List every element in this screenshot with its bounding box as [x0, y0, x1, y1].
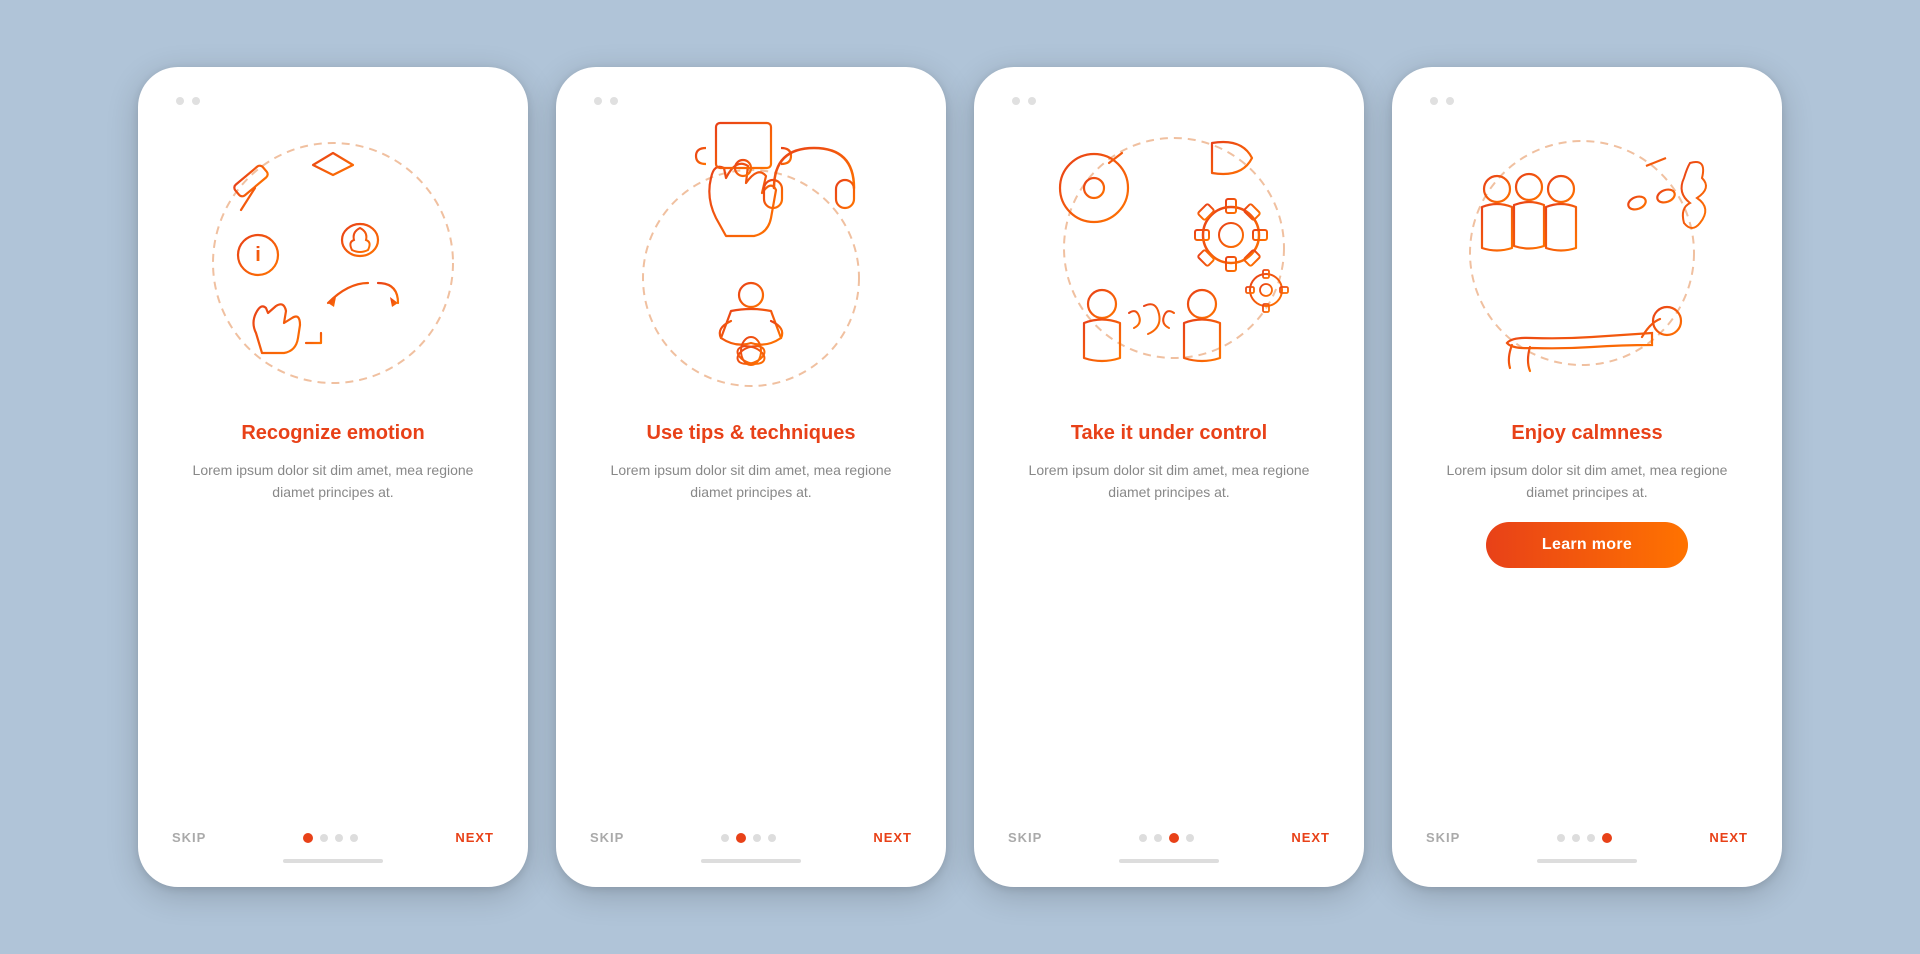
- illustration-1: i: [193, 123, 473, 403]
- screen-4-next[interactable]: NEXT: [1709, 830, 1748, 845]
- illustration-2: [611, 123, 891, 403]
- screen-1-bottom-nav: SKIP NEXT: [166, 830, 500, 845]
- top-dots-3: [1002, 97, 1036, 105]
- phone-frame-1: i: [138, 67, 528, 887]
- nav-dot: [1572, 834, 1580, 842]
- svg-text:i: i: [255, 244, 261, 266]
- screen-3-dots: [1139, 833, 1194, 843]
- top-dot: [1430, 97, 1438, 105]
- screen-2-body: Lorem ipsum dolor sit dim amet, mea regi…: [584, 459, 918, 504]
- nav-dot: [1587, 834, 1595, 842]
- screen-1-bottom-bar: [283, 859, 383, 863]
- screen-2-bottom-bar: [701, 859, 801, 863]
- screen-3-title: Take it under control: [1071, 421, 1267, 445]
- top-dots-2: [584, 97, 618, 105]
- nav-dot: [753, 834, 761, 842]
- screen-4-dots: [1557, 833, 1612, 843]
- top-dot: [1028, 97, 1036, 105]
- screen-4-bottom-bar: [1537, 859, 1637, 863]
- nav-dot: [335, 834, 343, 842]
- screen-2-dots: [721, 833, 776, 843]
- nav-dot: [1186, 834, 1194, 842]
- nav-dot-active: [1602, 833, 1612, 843]
- nav-dot: [350, 834, 358, 842]
- screen-1-next[interactable]: NEXT: [455, 830, 494, 845]
- nav-dot: [1154, 834, 1162, 842]
- illustration-4: [1447, 123, 1727, 403]
- screen-1-dots: [303, 833, 358, 843]
- nav-dot-active: [303, 833, 313, 843]
- nav-dot-active: [1169, 833, 1179, 843]
- screen-4-title: Enjoy calmness: [1511, 421, 1662, 445]
- top-dots-1: [166, 97, 200, 105]
- screen-3-skip[interactable]: SKIP: [1008, 830, 1042, 845]
- phone-frame-2: Use tips & techniques Lorem ipsum dolor …: [556, 67, 946, 887]
- screen-4-bottom-nav: SKIP NEXT: [1420, 830, 1754, 845]
- screen-2-next[interactable]: NEXT: [873, 830, 912, 845]
- phone-frame-3: Take it under control Lorem ipsum dolor …: [974, 67, 1364, 887]
- screen-3-bottom-nav: SKIP NEXT: [1002, 830, 1336, 845]
- screen-2-bottom-nav: SKIP NEXT: [584, 830, 918, 845]
- top-dot: [1446, 97, 1454, 105]
- top-dot: [192, 97, 200, 105]
- screen-2-skip[interactable]: SKIP: [590, 830, 624, 845]
- screen-1-body: Lorem ipsum dolor sit dim amet, mea regi…: [166, 459, 500, 504]
- screen-3-next[interactable]: NEXT: [1291, 830, 1330, 845]
- screens-container: i: [98, 27, 1822, 927]
- top-dot: [594, 97, 602, 105]
- screen-4-body: Lorem ipsum dolor sit dim amet, mea regi…: [1420, 459, 1754, 504]
- nav-dot: [768, 834, 776, 842]
- top-dot: [610, 97, 618, 105]
- nav-dot-active: [736, 833, 746, 843]
- top-dot: [1012, 97, 1020, 105]
- phone-frame-4: Enjoy calmness Lorem ipsum dolor sit dim…: [1392, 67, 1782, 887]
- screen-3-bottom-bar: [1119, 859, 1219, 863]
- nav-dot: [721, 834, 729, 842]
- screen-1-title: Recognize emotion: [241, 421, 424, 445]
- top-dot: [176, 97, 184, 105]
- nav-dot: [320, 834, 328, 842]
- screen-3-body: Lorem ipsum dolor sit dim amet, mea regi…: [1002, 459, 1336, 504]
- nav-dot: [1557, 834, 1565, 842]
- screen-2-title: Use tips & techniques: [647, 421, 856, 445]
- learn-more-button[interactable]: Learn more: [1486, 522, 1688, 568]
- top-dots-4: [1420, 97, 1454, 105]
- nav-dot: [1139, 834, 1147, 842]
- screen-4-skip[interactable]: SKIP: [1426, 830, 1460, 845]
- screen-1-skip[interactable]: SKIP: [172, 830, 206, 845]
- illustration-3: [1029, 123, 1309, 403]
